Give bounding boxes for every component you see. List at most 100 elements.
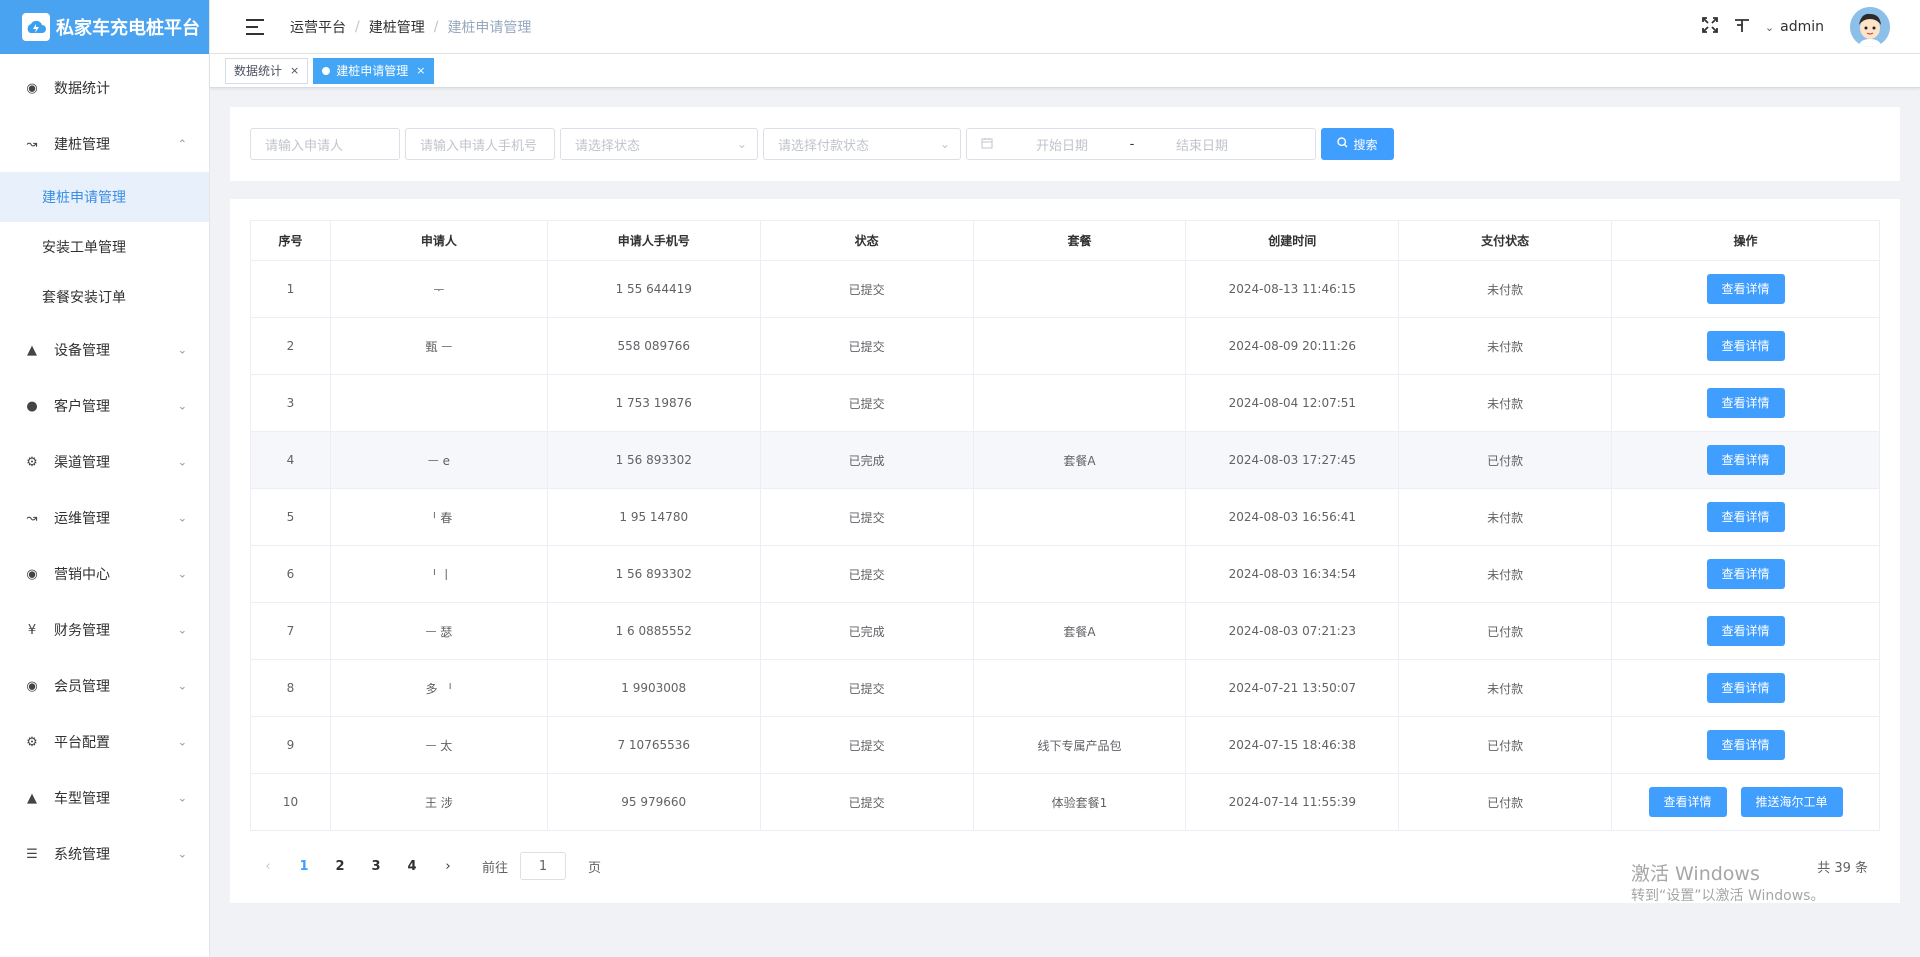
avatar[interactable] — [1850, 7, 1890, 47]
tags-view: 数据统计 × 建桩申请管理 × — [210, 54, 1920, 88]
search-button[interactable]: 搜索 — [1321, 128, 1394, 160]
breadcrumb-separator: / — [355, 18, 360, 35]
cell-phone: 95 979660 — [546, 773, 761, 831]
cell-pay-status: 已付款 — [1398, 431, 1613, 489]
sidebar-subitem-pile-application[interactable]: 建桩申请管理 — [0, 172, 209, 222]
sidebar-item-device[interactable]: ▲ 设备管理 ⌄ — [0, 322, 209, 378]
cell-status: 已完成 — [759, 431, 974, 489]
table-row[interactable]: 9 ᅳ 太 7 10765536 已提交 线下专属产品包 2024-07-15 … — [250, 716, 1880, 774]
sidebar-item-data-stats[interactable]: ◉ 数据统计 — [0, 60, 209, 116]
page-3[interactable]: 3 — [362, 859, 390, 874]
cell-status: 已提交 — [759, 374, 974, 432]
breadcrumb-current: 建桩申请管理 — [447, 19, 532, 36]
view-detail-button[interactable]: 查看详情 — [1706, 616, 1785, 646]
phone-input[interactable]: 请输入申请人手机号 — [405, 128, 555, 160]
search-icon — [1337, 137, 1348, 151]
view-detail-button[interactable]: 查看详情 — [1706, 502, 1785, 532]
page-4[interactable]: 4 — [398, 859, 426, 874]
sidebar-item-channel[interactable]: ⚙ 渠道管理 ⌄ — [0, 434, 209, 490]
cell-actions: 查看详情 — [1611, 374, 1880, 432]
chevron-down-icon: ⌄ — [177, 679, 187, 693]
chevron-down-icon: ⌄ — [177, 847, 187, 861]
pay-status-select[interactable]: 请选择付款状态 ⌄ — [763, 128, 961, 160]
sidebar-item-label: 渠道管理 — [54, 455, 110, 471]
view-detail-button[interactable]: 查看详情 — [1706, 673, 1785, 703]
table-row[interactable]: 3 1 753 19876 已提交 2024-08-04 12:07:51 未付… — [250, 374, 1880, 432]
table-row[interactable]: 6 ᅵ 丨 1 56 893302 已提交 2024-08-03 16:34:5… — [250, 545, 1880, 603]
cell-pay-status: 未付款 — [1398, 659, 1613, 717]
start-date-input[interactable]: 开始日期 — [1007, 135, 1117, 154]
user-name[interactable]: admin — [1780, 19, 1824, 35]
view-detail-button[interactable]: 查看详情 — [1706, 388, 1785, 418]
cell-applicant: ᅮ — [329, 260, 548, 318]
end-date-input[interactable]: 结束日期 — [1147, 135, 1257, 154]
table-row[interactable]: 10 王 涉 95 979660 已提交 体验套餐1 2024-07-14 11… — [250, 773, 1880, 831]
cell-package — [972, 659, 1187, 717]
gear-icon: ⚙ — [26, 734, 38, 750]
view-detail-button[interactable]: 查看详情 — [1706, 730, 1785, 760]
view-detail-button[interactable]: 查看详情 — [1706, 559, 1785, 589]
tag-data-stats[interactable]: 数据统计 × — [225, 57, 309, 84]
view-detail-button[interactable]: 查看详情 — [1706, 274, 1785, 304]
chevron-down-icon: ⌄ — [736, 137, 747, 151]
pay-status-placeholder: 请选择付款状态 — [778, 138, 870, 154]
font-size-icon[interactable] — [1733, 16, 1751, 39]
view-detail-button[interactable]: 查看详情 — [1648, 787, 1727, 817]
sidebar-item-customer[interactable]: ● 客户管理 ⌄ — [0, 378, 209, 434]
applicant-input[interactable]: 请输入申请人 — [250, 128, 400, 160]
status-placeholder: 请选择状态 — [575, 138, 641, 154]
user-icon: ● — [26, 398, 38, 414]
sidebar-item-finance[interactable]: ¥ 财务管理 ⌄ — [0, 602, 209, 658]
push-haier-order-button[interactable]: 推送海尔工单 — [1740, 787, 1843, 817]
sidebar-item-member[interactable]: ◉ 会员管理 ⌄ — [0, 658, 209, 714]
sidebar-subitem-package-orders[interactable]: 套餐安装订单 — [0, 272, 209, 322]
sidebar-item-label: 车型管理 — [54, 791, 110, 807]
sidebar-subitem-label: 安装工单管理 — [42, 240, 126, 256]
table-row[interactable]: 5 ᅵ 春 1 95 14780 已提交 2024-08-03 16:56:41… — [250, 488, 1880, 546]
view-detail-button[interactable]: 查看详情 — [1706, 445, 1785, 475]
cell-created: 2024-07-21 13:50:07 — [1185, 659, 1400, 717]
table-row[interactable]: 7 ᅳ 瑟 1 6 0885552 已完成 套餐A 2024-08-03 07:… — [250, 602, 1880, 660]
sidebar-item-system[interactable]: ☰ 系统管理 ⌄ — [0, 826, 209, 882]
hamburger-menu-icon[interactable] — [246, 18, 264, 35]
sidebar-item-marketing[interactable]: ◉ 营销中心 ⌄ — [0, 546, 209, 602]
sidebar-item-platform-config[interactable]: ⚙ 平台配置 ⌄ — [0, 714, 209, 770]
sidebar-item-car-model[interactable]: ▲ 车型管理 ⌄ — [0, 770, 209, 826]
breadcrumb-item[interactable]: 运营平台 — [290, 17, 346, 37]
table-row[interactable]: 1 ᅮ 1 55 644419 已提交 2024-08-13 11:46:15 … — [250, 260, 1880, 318]
date-range-picker[interactable]: 开始日期 - 结束日期 — [966, 128, 1316, 160]
goto-page-input[interactable]: 1 — [520, 852, 567, 880]
app-logo[interactable]: 私家车充电桩平台 — [0, 0, 209, 54]
sidebar-item-label: 财务管理 — [54, 623, 110, 639]
tag-pile-application[interactable]: 建桩申请管理 × — [313, 57, 435, 84]
cell-applicant: ᅵ 春 — [329, 488, 548, 546]
date-separator: - — [1129, 136, 1135, 152]
table-row[interactable]: 2 甄 ᅳ 558 089766 已提交 2024-08-09 20:11:26… — [250, 317, 1880, 375]
chevron-down-icon[interactable]: ⌄ — [1765, 21, 1774, 34]
device-icon: ▲ — [27, 342, 37, 358]
page-2[interactable]: 2 — [326, 859, 354, 874]
close-icon[interactable]: × — [416, 64, 425, 77]
sidebar-item-label: 会员管理 — [54, 679, 110, 695]
sidebar-item-pile-management[interactable]: ↝ 建桩管理 ⌃ — [0, 116, 209, 172]
cell-package: 套餐A — [972, 431, 1187, 489]
cell-no: 6 — [250, 545, 331, 603]
prev-page-icon[interactable]: ‹ — [254, 859, 282, 874]
cell-no: 5 — [250, 488, 331, 546]
list-icon: ☰ — [26, 846, 38, 862]
table-row[interactable]: 8 多 ᅵ 1 9903008 已提交 2024-07-21 13:50:07 … — [250, 659, 1880, 717]
close-icon[interactable]: × — [290, 64, 299, 77]
page-1[interactable]: 1 — [290, 859, 318, 874]
status-select[interactable]: 请选择状态 ⌄ — [560, 128, 758, 160]
fullscreen-icon[interactable] — [1701, 16, 1719, 39]
cell-actions: 查看详情 — [1611, 659, 1880, 717]
table-row[interactable]: 4 ᅳ e 1 56 893302 已完成 套餐A 2024-08-03 17:… — [250, 431, 1880, 489]
sidebar-subitem-install-orders[interactable]: 安装工单管理 — [0, 222, 209, 272]
next-page-icon[interactable]: › — [434, 859, 462, 874]
column-header: 操作 — [1611, 220, 1880, 261]
cell-applicant: ᅳ 瑟 — [329, 602, 548, 660]
sidebar-item-operations[interactable]: ↝ 运维管理 ⌄ — [0, 490, 209, 546]
breadcrumb-item[interactable]: 建桩管理 — [369, 17, 425, 37]
view-detail-button[interactable]: 查看详情 — [1706, 331, 1785, 361]
chevron-down-icon: ⌄ — [177, 791, 187, 805]
